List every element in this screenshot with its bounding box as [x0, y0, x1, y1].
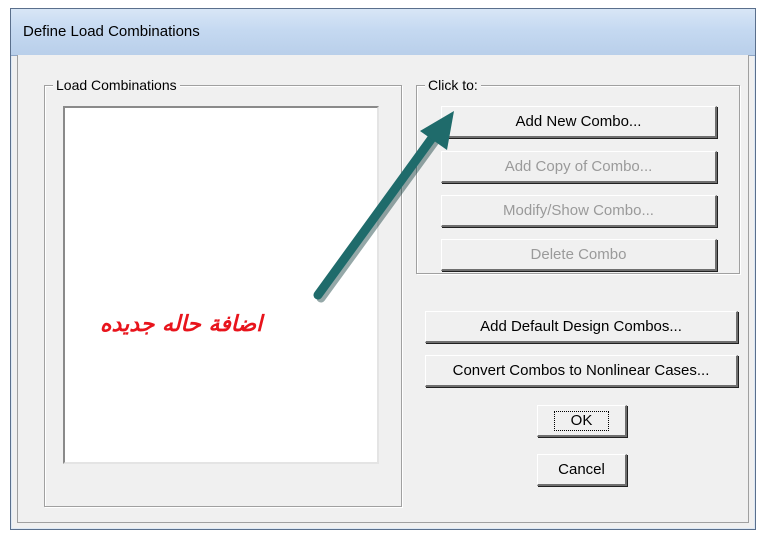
dialog-client-area: Load Combinations Click to: Add New Comb… [17, 55, 749, 523]
delete-combo-button[interactable]: Delete Combo [441, 239, 717, 271]
ok-button[interactable]: OK [537, 405, 627, 437]
title-bar[interactable]: Define Load Combinations [11, 9, 755, 56]
load-combinations-group: Load Combinations [44, 77, 402, 507]
define-load-combinations-dialog: Define Load Combinations Load Combinatio… [10, 8, 756, 530]
add-default-design-combos-button[interactable]: Add Default Design Combos... [425, 311, 738, 343]
modify-show-combo-button[interactable]: Modify/Show Combo... [441, 195, 717, 227]
convert-combos-to-nonlinear-cases-button[interactable]: Convert Combos to Nonlinear Cases... [425, 355, 738, 387]
cancel-button[interactable]: Cancel [537, 454, 627, 486]
window-title: Define Load Combinations [23, 23, 200, 40]
load-combinations-listbox[interactable] [63, 106, 379, 464]
click-to-legend: Click to: [425, 77, 481, 93]
add-copy-of-combo-button[interactable]: Add Copy of Combo... [441, 151, 717, 183]
load-combinations-legend: Load Combinations [53, 77, 180, 93]
click-to-group: Click to: Add New Combo... Add Copy of C… [416, 77, 740, 274]
annotation-label: اضافة حاله جديده [100, 312, 263, 337]
ok-button-label: OK [553, 410, 610, 431]
add-new-combo-button[interactable]: Add New Combo... [441, 106, 717, 138]
